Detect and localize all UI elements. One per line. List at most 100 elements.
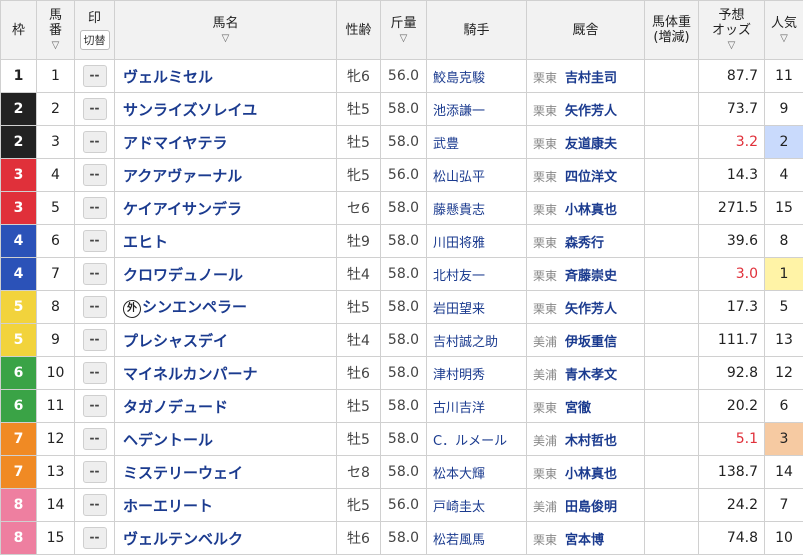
body-weight xyxy=(644,191,699,225)
waku-number: 2 xyxy=(0,125,37,159)
header-umaban[interactable]: 馬 番 ▽ xyxy=(36,0,75,60)
odds-value: 87.7 xyxy=(698,59,765,93)
jockey-cell: 川田将雅 xyxy=(426,224,527,258)
popularity-rank: 11 xyxy=(764,59,803,93)
jockey-link[interactable]: 松本大輝 xyxy=(433,467,485,482)
trainer-link[interactable]: 矢作芳人 xyxy=(565,302,617,317)
popularity-rank: 8 xyxy=(764,224,803,258)
mark-select-button[interactable]: -- xyxy=(82,494,107,516)
header-mark: 印 切替 xyxy=(74,0,115,60)
mark-switch-button[interactable]: 切替 xyxy=(79,29,110,50)
jockey-link[interactable]: 藤懸貴志 xyxy=(433,203,485,218)
mark-select-button[interactable]: -- xyxy=(82,296,107,318)
mark-select-button[interactable]: -- xyxy=(82,329,107,351)
horse-name-link[interactable]: クロワデュノール xyxy=(123,266,243,284)
jockey-link[interactable]: 津村明秀 xyxy=(433,368,485,383)
training-center: 栗東 xyxy=(533,136,558,151)
chevron-down-icon[interactable]: ▽ xyxy=(778,33,791,45)
horse-name-link[interactable]: ヘデントール xyxy=(123,431,213,449)
jockey-link[interactable]: 池添謙一 xyxy=(433,104,485,119)
trainer-link[interactable]: 木村哲也 xyxy=(565,434,617,449)
trainer-link[interactable]: 矢作芳人 xyxy=(565,104,617,119)
jockey-link[interactable]: C．ルメール xyxy=(433,434,507,449)
jockey-link[interactable]: 吉村誠之助 xyxy=(433,335,498,350)
sex-age: 牡5 xyxy=(336,290,381,324)
waku-number: 1 xyxy=(0,59,37,93)
horse-name-link[interactable]: ヴェルテンベルク xyxy=(123,530,243,548)
trainer-link[interactable]: 吉村圭司 xyxy=(565,71,617,86)
chevron-down-icon[interactable]: ▽ xyxy=(49,40,62,52)
mark-select-button[interactable]: -- xyxy=(82,395,107,417)
jockey-link[interactable]: 川田将雅 xyxy=(433,236,485,251)
header-name[interactable]: 馬名 ▽ xyxy=(114,0,337,60)
mark-select-button[interactable]: -- xyxy=(82,98,107,120)
popularity-rank: 7 xyxy=(764,488,803,522)
jockey-link[interactable]: 松山弘平 xyxy=(433,170,485,185)
horse-name-cell: ホーエリート xyxy=(114,488,337,522)
jockey-link[interactable]: 北村友一 xyxy=(433,269,485,284)
trainer-link[interactable]: 友道康夫 xyxy=(565,137,617,152)
body-weight xyxy=(644,323,699,357)
mark-select-button[interactable]: -- xyxy=(82,65,107,87)
weight-carried: 56.0 xyxy=(380,59,427,93)
header-pop[interactable]: 人気 ▽ xyxy=(764,0,803,60)
jockey-link[interactable]: 武豊 xyxy=(433,137,459,152)
jockey-link[interactable]: 岩田望来 xyxy=(433,302,485,317)
horse-name-link[interactable]: ホーエリート xyxy=(123,497,213,515)
training-center: 栗東 xyxy=(533,532,558,547)
jockey-link[interactable]: 古川吉洋 xyxy=(433,401,485,416)
trainer-link[interactable]: 小林真也 xyxy=(565,467,617,482)
weight-carried: 58.0 xyxy=(380,92,427,126)
header-odds[interactable]: 予想 オッズ ▽ xyxy=(698,0,765,60)
trainer-link[interactable]: 伊坂重信 xyxy=(565,335,617,350)
waku-number: 8 xyxy=(0,521,37,555)
horse-number: 11 xyxy=(36,389,75,423)
horse-name-link[interactable]: アクアヴァーナル xyxy=(123,167,242,185)
horse-name-link[interactable]: エヒト xyxy=(123,233,168,251)
popularity-rank: 14 xyxy=(764,455,803,489)
jockey-link[interactable]: 鮫島克駿 xyxy=(433,71,485,86)
horse-name-link[interactable]: マイネルカンパーナ xyxy=(123,365,258,383)
horse-name-link[interactable]: ミステリーウェイ xyxy=(123,464,243,482)
jockey-cell: 鮫島克駿 xyxy=(426,59,527,93)
body-weight xyxy=(644,422,699,456)
mark-select-button[interactable]: -- xyxy=(82,263,107,285)
header-kinryo[interactable]: 斤量 ▽ xyxy=(380,0,427,60)
horse-name-link[interactable]: シンエンペラー xyxy=(142,298,247,316)
mark-select-button[interactable]: -- xyxy=(82,362,107,384)
horse-name-link[interactable]: サンライズソレイユ xyxy=(123,101,257,119)
jockey-link[interactable]: 戸崎圭太 xyxy=(433,500,485,515)
chevron-down-icon[interactable]: ▽ xyxy=(725,40,738,52)
mark-select-button[interactable]: -- xyxy=(82,527,107,549)
body-weight xyxy=(644,92,699,126)
chevron-down-icon[interactable]: ▽ xyxy=(201,33,251,45)
trainer-link[interactable]: 青木孝文 xyxy=(565,368,617,383)
horse-name-link[interactable]: ケイアイサンデラ xyxy=(123,200,242,218)
mark-select-button[interactable]: -- xyxy=(82,131,107,153)
horse-name-link[interactable]: タガノデュード xyxy=(123,398,228,416)
trainer-link[interactable]: 宮本博 xyxy=(565,533,604,548)
weight-carried: 58.0 xyxy=(380,191,427,225)
trainer-link[interactable]: 斉藤崇史 xyxy=(565,269,617,284)
jockey-cell: 松本大輝 xyxy=(426,455,527,489)
trainer-link[interactable]: 小林真也 xyxy=(565,203,617,218)
stable-cell: 栗東 小林真也 xyxy=(526,455,645,489)
horse-name-link[interactable]: プレシャスデイ xyxy=(123,332,228,350)
horse-name-link[interactable]: アドマイヤテラ xyxy=(123,134,228,152)
horse-name-link[interactable]: ヴェルミセル xyxy=(123,68,213,86)
mark-select-button[interactable]: -- xyxy=(82,428,107,450)
chevron-down-icon[interactable]: ▽ xyxy=(397,33,410,45)
mark-select-button[interactable]: -- xyxy=(82,164,107,186)
mark-select-button[interactable]: -- xyxy=(82,197,107,219)
trainer-link[interactable]: 田島俊明 xyxy=(565,500,617,515)
jockey-link[interactable]: 松若風馬 xyxy=(433,533,485,548)
weight-carried: 58.0 xyxy=(380,257,427,291)
mark-select-button[interactable]: -- xyxy=(82,461,107,483)
weight-carried: 58.0 xyxy=(380,356,427,390)
horse-number: 12 xyxy=(36,422,75,456)
trainer-link[interactable]: 四位洋文 xyxy=(565,170,617,185)
horse-name-cell: ヴェルミセル xyxy=(114,59,337,93)
trainer-link[interactable]: 森秀行 xyxy=(565,236,604,251)
trainer-link[interactable]: 宮徹 xyxy=(565,401,591,416)
mark-select-button[interactable]: -- xyxy=(82,230,107,252)
